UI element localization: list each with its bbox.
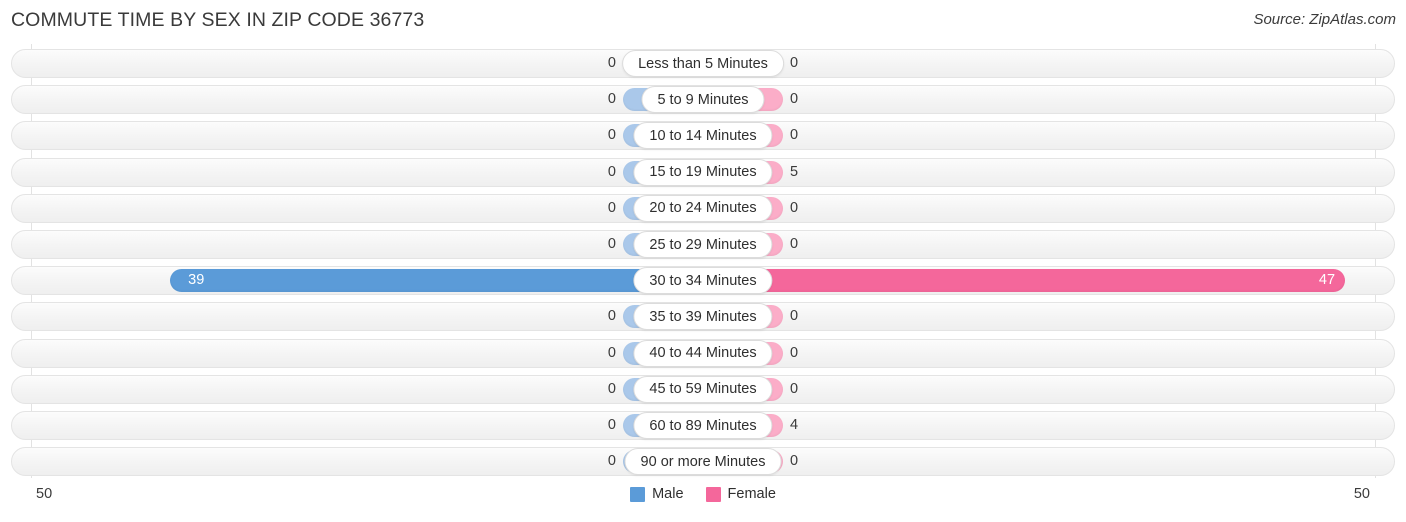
value-label-male: 0	[607, 91, 616, 108]
chart-row: 0 0 25 to 29 Minutes	[11, 230, 1395, 259]
source-attribution: Source: ZipAtlas.com	[1253, 11, 1396, 28]
category-label: Less than 5 Minutes	[622, 50, 784, 77]
value-label-male: 0	[607, 55, 616, 71]
chart-legend: Male Female	[0, 486, 1406, 502]
value-label-female: 0	[790, 308, 799, 325]
chart-row: 0 5 15 to 19 Minutes	[11, 157, 1395, 187]
bar-female[interactable]	[703, 269, 1346, 293]
value-label-male: 0	[607, 163, 616, 180]
category-label: 15 to 19 Minutes	[633, 158, 773, 186]
chart-rows: 0 0 Less than 5 Minutes 0 0 5 to 9 Minutes 0 0 1…	[0, 44, 1406, 478]
category-label: 5 to 9 Minutes	[641, 86, 765, 114]
value-label-male: 0	[607, 453, 616, 470]
value-label-female: 0	[790, 199, 799, 216]
value-label-male: 0	[607, 344, 616, 361]
value-label-female: 0	[790, 127, 799, 144]
value-label-male: 0	[607, 127, 616, 144]
value-label-male: 0	[607, 308, 616, 325]
value-label-female: 47	[1318, 272, 1336, 289]
category-label: 90 or more Minutes	[624, 448, 782, 476]
category-label: 40 to 44 Minutes	[633, 339, 773, 367]
value-label-male: 0	[607, 417, 616, 433]
chart-plot-area: 0 0 Less than 5 Minutes 0 0 5 to 9 Minutes 0 0 1…	[0, 44, 1406, 478]
category-label: 20 to 24 Minutes	[633, 194, 773, 222]
chart-row: 39 47 30 to 34 Minutes	[11, 266, 1395, 296]
legend-item-male[interactable]: Male	[630, 486, 684, 502]
chart-row: 0 0 5 to 9 Minutes	[11, 85, 1395, 115]
value-label-female: 5	[790, 163, 799, 180]
chart-row: 0 0 40 to 44 Minutes	[11, 338, 1395, 368]
chart-header: COMMUTE TIME BY SEX IN ZIP CODE 36773 So…	[0, 0, 1406, 44]
value-label-female: 0	[790, 344, 799, 361]
chart-row: 0 0 10 to 14 Minutes	[11, 121, 1395, 151]
chart-row: 0 0 35 to 39 Minutes	[11, 302, 1395, 332]
value-label-female: 0	[790, 55, 799, 71]
value-label-female: 4	[790, 417, 799, 433]
value-label-female: 0	[790, 453, 799, 470]
value-label-female: 0	[790, 236, 799, 252]
legend-label-female: Female	[727, 486, 776, 502]
value-label-male: 0	[607, 199, 616, 216]
legend-item-female[interactable]: Female	[705, 486, 776, 502]
bar-male[interactable]	[170, 269, 703, 293]
legend-swatch-female-icon	[705, 486, 721, 502]
chart-row: 0 0 Less than 5 Minutes	[11, 49, 1395, 78]
category-label: 30 to 34 Minutes	[633, 267, 773, 295]
category-label: 25 to 29 Minutes	[633, 231, 773, 258]
legend-swatch-male-icon	[630, 486, 646, 502]
value-label-male: 0	[607, 236, 616, 252]
chart-row: 0 4 60 to 89 Minutes	[11, 411, 1395, 440]
value-label-female: 0	[790, 380, 799, 397]
category-label: 60 to 89 Minutes	[633, 412, 773, 439]
chart-row: 0 0 90 or more Minutes	[11, 447, 1395, 477]
chart-footer: 50 50 Male Female	[0, 478, 1406, 522]
category-label: 35 to 39 Minutes	[633, 303, 773, 331]
chart-row: 0 0 45 to 59 Minutes	[11, 374, 1395, 404]
value-label-male: 39	[188, 272, 205, 289]
category-label: 10 to 14 Minutes	[633, 122, 773, 150]
page-title: COMMUTE TIME BY SEX IN ZIP CODE 36773	[11, 9, 425, 31]
legend-label-male: Male	[652, 486, 684, 502]
value-label-male: 0	[607, 380, 616, 397]
chart-row: 0 0 20 to 24 Minutes	[11, 193, 1395, 223]
value-label-female: 0	[790, 91, 799, 108]
category-label: 45 to 59 Minutes	[633, 375, 773, 403]
